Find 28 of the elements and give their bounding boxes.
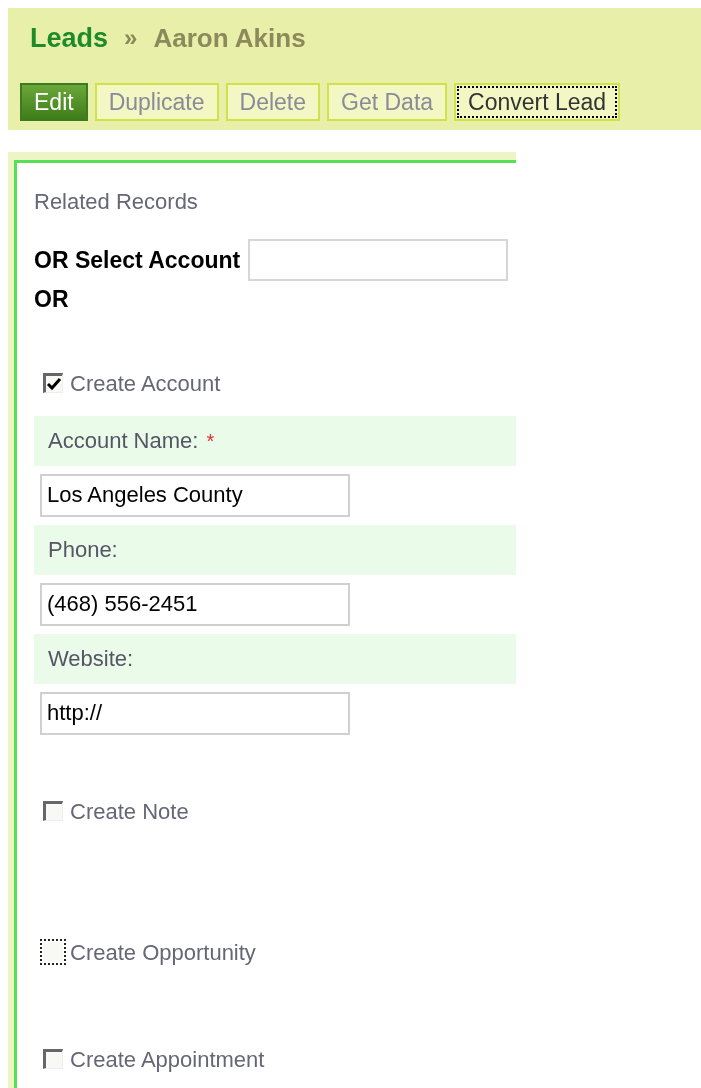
checkbox[interactable]	[43, 801, 63, 821]
checkbox[interactable]	[43, 1049, 63, 1069]
field-label: Phone:	[48, 536, 118, 564]
field-label: Account Name:	[48, 427, 199, 455]
toolbar-button[interactable]: Convert Lead	[454, 83, 621, 121]
or-label: OR	[34, 285, 70, 314]
text-field[interactable]: http://	[40, 691, 350, 735]
checkbox-label: Create Appointment	[70, 1045, 265, 1074]
text-field[interactable]: Los Angeles County	[40, 473, 350, 517]
toolbar-button[interactable]: Edit	[20, 83, 88, 121]
checkbox-label: Create Note	[70, 797, 189, 826]
account-field[interactable]	[248, 239, 509, 281]
breadcrumb-separator: »	[124, 23, 138, 53]
page-title: Aaron Akins	[153, 21, 306, 55]
toolbar-button[interactable]: Delete	[225, 83, 320, 121]
field-label: Website:	[48, 645, 134, 673]
checkbox-label: Create Opportunity	[70, 938, 256, 967]
checkbox[interactable]	[43, 942, 63, 962]
text-field[interactable]: (468) 556-2451	[40, 582, 350, 626]
field-label: OR Select Account	[34, 245, 241, 275]
checkbox-label: Create Account	[70, 369, 221, 398]
checkmark-icon	[46, 377, 62, 391]
toolbar-button[interactable]: Duplicate	[94, 83, 219, 121]
toolbar-button[interactable]: Get Data	[327, 83, 448, 121]
checkbox[interactable]	[43, 373, 63, 393]
panel-title: Related Records	[34, 188, 199, 216]
required-mark: *	[206, 428, 215, 454]
breadcrumb-link[interactable]: Leads	[30, 17, 109, 59]
